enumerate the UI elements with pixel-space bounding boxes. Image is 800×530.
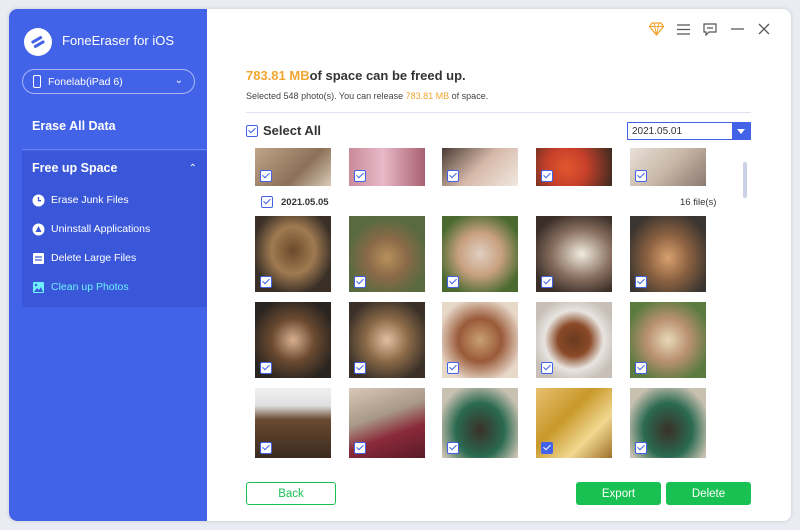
photo-thumbnail[interactable] bbox=[442, 148, 518, 186]
photo-thumbnail[interactable] bbox=[536, 148, 612, 186]
app-window: FoneEraser for iOS Fonelab(iPad 6) ⌄ Era… bbox=[9, 9, 791, 521]
photo-checkbox[interactable] bbox=[354, 442, 366, 454]
photo-checkbox[interactable] bbox=[541, 276, 553, 288]
photo-thumbnail[interactable] bbox=[630, 302, 706, 378]
photo-thumbnail[interactable] bbox=[255, 216, 331, 292]
photo-checkbox[interactable] bbox=[260, 276, 272, 288]
photo-thumbnail[interactable] bbox=[630, 148, 706, 186]
photo-checkbox[interactable] bbox=[447, 170, 459, 182]
photo-thumbnail[interactable] bbox=[536, 302, 612, 378]
photo-checkbox[interactable] bbox=[635, 276, 647, 288]
photo-thumbnail[interactable] bbox=[630, 388, 706, 458]
export-button[interactable]: Export bbox=[576, 482, 661, 505]
photo-checkbox[interactable] bbox=[541, 362, 553, 374]
photo-thumbnail[interactable] bbox=[349, 302, 425, 378]
photo-checkbox[interactable] bbox=[260, 362, 272, 374]
photo-checkbox[interactable] bbox=[541, 442, 553, 454]
photo-thumbnail[interactable] bbox=[349, 388, 425, 458]
photo-thumbnail[interactable] bbox=[442, 388, 518, 458]
back-button[interactable]: Back bbox=[246, 482, 336, 505]
file-count: 16 file(s) bbox=[680, 197, 717, 208]
scrollbar[interactable] bbox=[743, 162, 747, 198]
photo-thumbnail[interactable] bbox=[349, 216, 425, 292]
date-group-header[interactable]: 2021.05.05 bbox=[261, 196, 329, 208]
photo-checkbox[interactable] bbox=[635, 170, 647, 182]
photo-thumbnail[interactable] bbox=[442, 216, 518, 292]
photo-checkbox[interactable] bbox=[635, 362, 647, 374]
photo-thumbnail[interactable] bbox=[255, 388, 331, 458]
photo-thumbnail[interactable] bbox=[255, 148, 331, 186]
photo-checkbox[interactable] bbox=[260, 442, 272, 454]
photo-checkbox[interactable] bbox=[447, 442, 459, 454]
photo-checkbox[interactable] bbox=[541, 170, 553, 182]
photo-checkbox[interactable] bbox=[354, 276, 366, 288]
delete-button[interactable]: Delete bbox=[666, 482, 751, 505]
photo-thumbnail[interactable] bbox=[536, 216, 612, 292]
photo-thumbnail[interactable] bbox=[630, 216, 706, 292]
photo-checkbox[interactable] bbox=[635, 442, 647, 454]
photo-thumbnail[interactable] bbox=[349, 148, 425, 186]
photo-checkbox[interactable] bbox=[354, 170, 366, 182]
photo-checkbox[interactable] bbox=[354, 362, 366, 374]
photo-thumbnail[interactable] bbox=[255, 302, 331, 378]
photo-thumbnail[interactable] bbox=[536, 388, 612, 458]
date-group-label: 2021.05.05 bbox=[281, 196, 329, 208]
photo-thumbnail[interactable] bbox=[442, 302, 518, 378]
photo-checkbox[interactable] bbox=[260, 170, 272, 182]
photo-grid bbox=[9, 9, 791, 521]
photo-checkbox[interactable] bbox=[447, 276, 459, 288]
date-group-checkbox[interactable] bbox=[261, 196, 273, 208]
photo-checkbox[interactable] bbox=[447, 362, 459, 374]
